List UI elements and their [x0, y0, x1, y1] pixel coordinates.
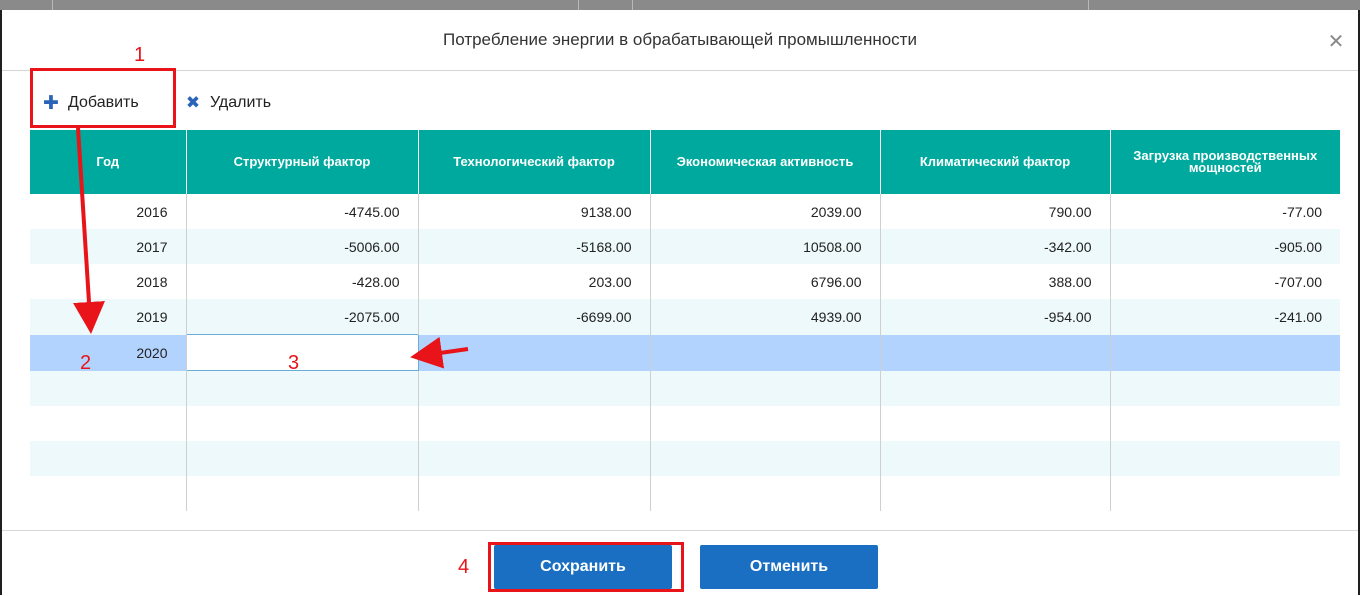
cell[interactable]: 10508.00: [650, 229, 881, 264]
table-row[interactable]: 2016 -4745.00 9138.00 2039.00 790.00 -77…: [30, 194, 1340, 229]
cell[interactable]: -342.00: [880, 229, 1111, 264]
dialog-title: Потребление энергии в обрабатывающей про…: [443, 30, 917, 49]
cell[interactable]: 4939.00: [650, 299, 881, 335]
save-button[interactable]: Сохранить: [494, 545, 672, 589]
cell[interactable]: -5006.00: [186, 229, 419, 264]
table-row-selected[interactable]: 2020: [30, 334, 1340, 371]
cell-editor[interactable]: [185, 334, 419, 371]
close-icon[interactable]: ✕: [1326, 32, 1346, 52]
cell-year[interactable]: 2020: [30, 334, 187, 371]
cell-year[interactable]: 2019: [30, 299, 187, 335]
cell[interactable]: 9138.00: [418, 194, 651, 229]
dialog-window: Потребление энергии в обрабатывающей про…: [0, 10, 1360, 595]
delete-button[interactable]: ✖ Удалить: [184, 88, 304, 118]
cell[interactable]: -77.00: [1110, 194, 1340, 229]
cell[interactable]: [880, 334, 1111, 371]
cell-year[interactable]: 2017: [30, 229, 187, 264]
cell[interactable]: 2039.00: [650, 194, 881, 229]
table-row[interactable]: 2018 -428.00 203.00 6796.00 388.00 -707.…: [30, 264, 1340, 299]
cell[interactable]: -905.00: [1110, 229, 1340, 264]
header-row: Год Структурный фактор Технологический ф…: [30, 130, 1340, 194]
cell-year[interactable]: 2016: [30, 194, 187, 229]
empty-row: [30, 406, 1340, 441]
cell[interactable]: [1110, 334, 1340, 371]
cell[interactable]: -707.00: [1110, 264, 1340, 299]
cell[interactable]: -241.00: [1110, 299, 1340, 335]
cell[interactable]: [418, 334, 651, 371]
add-button[interactable]: ✚ Добавить: [42, 88, 182, 118]
cell[interactable]: 790.00: [880, 194, 1111, 229]
table-row[interactable]: 2017 -5006.00 -5168.00 10508.00 -342.00 …: [30, 229, 1340, 264]
empty-row: [30, 476, 1340, 511]
column-header-structural[interactable]: Структурный фактор: [186, 130, 419, 194]
column-header-year[interactable]: Год: [30, 130, 187, 194]
empty-row: [30, 441, 1340, 476]
dialog-footer: Сохранить Отменить: [2, 530, 1358, 596]
column-header-technological[interactable]: Технологический фактор: [418, 130, 651, 194]
cell[interactable]: 203.00: [418, 264, 651, 299]
plus-icon: ✚: [43, 92, 59, 114]
delete-button-label: Удалить: [210, 94, 272, 111]
table-row[interactable]: 2019 -2075.00 -6699.00 4939.00 -954.00 -…: [30, 299, 1340, 335]
cell[interactable]: -5168.00: [418, 229, 651, 264]
column-header-economic[interactable]: Экономическая активность: [650, 130, 881, 194]
data-grid: Год Структурный фактор Технологический ф…: [30, 130, 1340, 530]
cell[interactable]: [650, 334, 881, 371]
empty-row: [30, 370, 1340, 406]
background-window-strip: [0, 0, 1360, 10]
cell-year[interactable]: 2018: [30, 264, 187, 299]
cell[interactable]: 6796.00: [650, 264, 881, 299]
add-button-label: Добавить: [68, 94, 139, 111]
x-icon: ✖: [185, 93, 201, 112]
cell[interactable]: -954.00: [880, 299, 1111, 335]
cell[interactable]: -428.00: [186, 264, 419, 299]
cell[interactable]: -6699.00: [418, 299, 651, 335]
dialog-header: Потребление энергии в обрабатывающей про…: [2, 10, 1358, 71]
cell[interactable]: -2075.00: [186, 299, 419, 335]
cancel-button[interactable]: Отменить: [700, 545, 878, 589]
column-header-capacity[interactable]: Загрузка производственных мощностей: [1110, 130, 1340, 194]
cell[interactable]: 388.00: [880, 264, 1111, 299]
column-header-climatic[interactable]: Климатический фактор: [880, 130, 1111, 194]
cell[interactable]: -4745.00: [186, 194, 419, 229]
